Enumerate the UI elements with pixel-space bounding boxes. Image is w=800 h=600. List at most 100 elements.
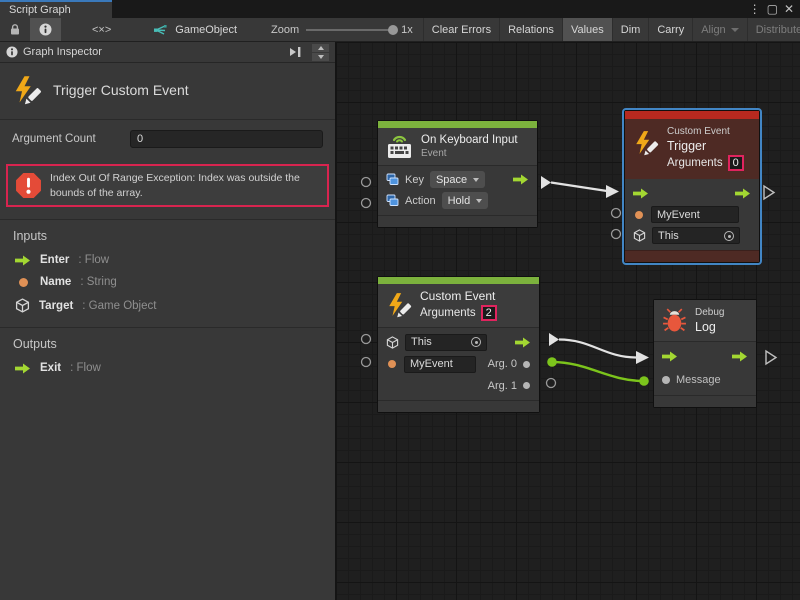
event-name-row: MyEvent Arg. 0 [378,353,539,375]
arguments-value-box[interactable]: 2 [481,305,497,321]
node-header: Custom Event Trigger Arguments 0 [625,119,759,179]
tab-strip: Script Graph ⋮ ▢ ✕ [0,0,800,18]
debug-flow-out-triangle[interactable] [766,351,776,364]
graph-inspector-title: Graph Inspector [23,46,102,58]
node-debug-log[interactable]: Debug Log Message [653,299,757,408]
zoom-slider[interactable] [306,29,394,31]
graph-toolbar: <×> GameObject Zoom 1x Clear Errors Rela… [0,18,800,42]
wire-customevent-to-debug[interactable] [559,340,637,358]
carry-button[interactable]: Carry [649,18,693,41]
trigger-name-input-port[interactable] [612,209,621,218]
close-icon[interactable]: ✕ [784,3,794,15]
node-footer [625,250,759,262]
chevron-down-icon [731,28,739,32]
flow-input-port[interactable] [662,351,678,362]
node-title: Trigger [667,139,744,153]
cube-icon[interactable] [386,336,399,349]
wire-arrowhead [606,185,619,198]
keycode-icon [386,173,399,186]
spinner-up-button[interactable] [312,44,329,52]
node-custom-event[interactable]: Custom Event Arguments 2 [377,276,540,413]
node-category: Custom Event [667,126,744,137]
zoom-value: 1x [401,24,413,36]
keyboard-action-input-port[interactable] [362,199,371,208]
node-trigger-custom-event[interactable]: Custom Event Trigger Arguments 0 [624,110,760,263]
main-area: Graph Inspector [0,42,800,600]
object-picker-icon[interactable] [471,337,481,347]
custom-event-icon [633,130,659,156]
message-input-port[interactable] [662,376,670,384]
page-title: Trigger Custom Event [53,82,189,98]
cube-icon[interactable] [633,229,646,242]
node-title: On Keyboard Input [421,134,518,146]
node-on-keyboard-input[interactable]: On Keyboard Input Event Key Space [377,120,538,228]
customevent-name-input-port[interactable] [362,358,371,367]
cube-icon [15,298,30,313]
flow-output-port[interactable] [735,188,751,199]
keyboard-key-input-port[interactable] [362,178,371,187]
maximize-icon[interactable]: ▢ [767,3,778,15]
bug-icon [662,308,687,333]
node-body: This MyEvent Arg. 0 [378,328,539,400]
lock-button[interactable] [0,18,30,41]
align-dropdown[interactable]: Align [693,18,747,41]
wire-keyboard-to-trigger[interactable] [551,183,607,192]
node-error-topbar [625,111,759,119]
trigger-flow-out-triangle[interactable] [764,186,774,199]
key-label: Key [405,174,424,186]
relations-button[interactable]: Relations [500,18,563,41]
clear-errors-button[interactable]: Clear Errors [424,18,500,41]
flow-input-port[interactable] [633,188,649,199]
spinner-down-button[interactable] [312,53,329,61]
node-footer [378,400,539,412]
tab-script-graph[interactable]: Script Graph [0,0,112,18]
arg0-output-port[interactable] [523,361,530,368]
wire-arg0-to-message[interactable] [552,362,644,381]
flow-arrow-icon [15,255,31,266]
customevent-target-input-port[interactable] [362,335,371,344]
wire-green-endpoint [639,376,649,386]
object-picker-icon[interactable] [724,231,734,241]
wire-arrowhead [636,351,649,364]
arguments-value-box[interactable]: 0 [728,155,744,171]
flow-output-port[interactable] [732,351,748,362]
arg1-label: Arg. 1 [488,380,517,392]
flow-row [625,182,759,204]
key-dropdown[interactable]: Space [430,171,485,188]
string-port-icon[interactable] [388,360,396,368]
trigger-target-input-port[interactable] [612,230,621,239]
arg1-output-port[interactable] [523,382,530,389]
target-field[interactable]: This [405,334,487,351]
dock-panel-icon[interactable] [288,46,303,58]
node-title: Log [695,320,724,334]
code-view-button[interactable]: <×> [85,18,118,41]
action-dropdown[interactable]: Hold [442,192,489,209]
values-button[interactable]: Values [563,18,613,41]
graph-canvas[interactable]: On Keyboard Input Event Key Space [336,42,800,600]
zoom-slider-handle[interactable] [388,25,398,35]
arguments-label: Arguments [420,307,476,319]
dim-button[interactable]: Dim [613,18,650,41]
event-name-field[interactable]: MyEvent [404,356,476,373]
inspector-toggle-button[interactable] [30,18,61,41]
target-field[interactable]: This [652,227,740,244]
custom-event-icon [386,292,412,318]
distribute-dropdown[interactable]: Distribute [748,18,800,41]
event-name-field[interactable]: MyEvent [651,206,739,223]
node-category: Debug [695,307,724,318]
action-label: Action [405,195,436,207]
arg1-row: Arg. 1 [378,375,539,396]
menu-icon[interactable]: ⋮ [749,3,761,15]
argument-count-input[interactable]: 0 [130,130,323,148]
gameobject-selector[interactable]: GameObject [144,18,245,41]
flow-output-port[interactable] [515,337,531,348]
node-footer [378,215,537,227]
error-octagon-icon [15,172,42,199]
arg1-outer-port[interactable] [547,379,556,388]
graph-inspector-header: Graph Inspector [0,42,335,63]
inspected-unit-title: Trigger Custom Event [0,63,335,120]
wire-source-triangle [549,333,559,346]
string-port-icon[interactable] [635,211,643,219]
custom-event-icon [12,75,42,105]
flow-output-port[interactable] [513,174,529,185]
